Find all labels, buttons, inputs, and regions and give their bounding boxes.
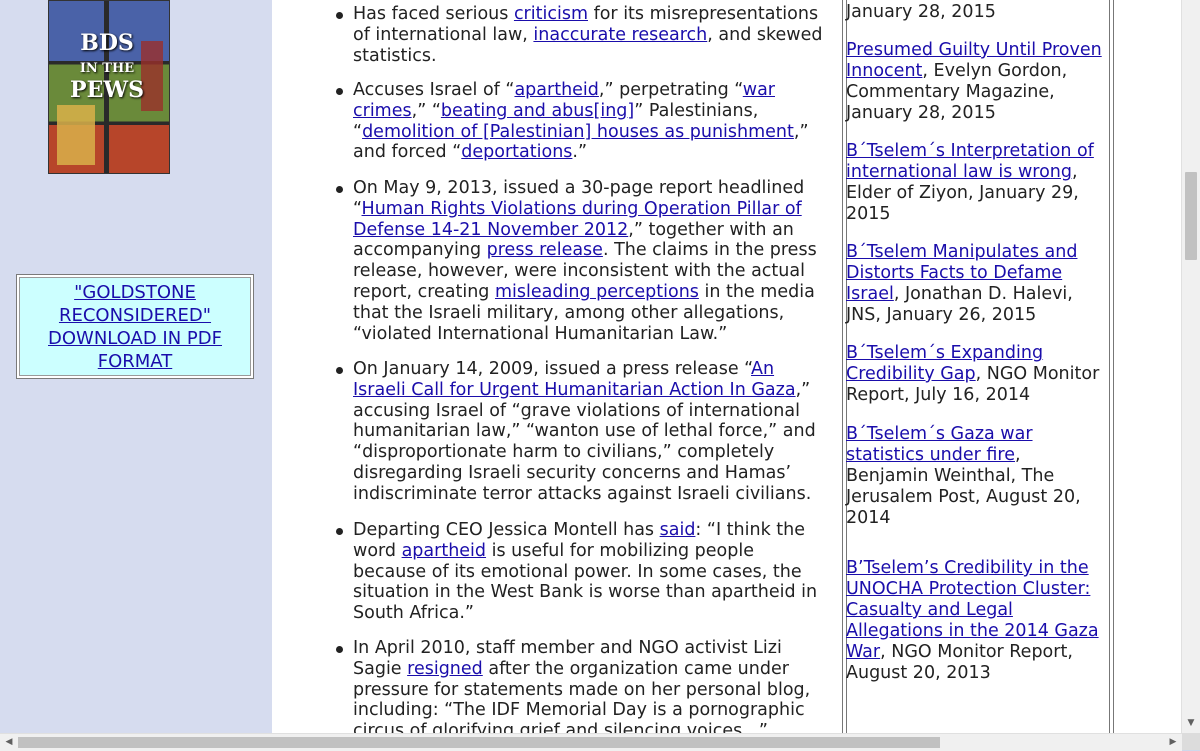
related-article-meta: January 28, 2015 xyxy=(846,2,996,22)
related-article-meta: , NGO Monitor Report, August 20, 2013 xyxy=(846,642,1073,683)
horizontal-scrollbar[interactable]: ◀ ▶ xyxy=(0,733,1182,751)
bullet-text: ,” perpetrating “ xyxy=(598,80,743,100)
bullet-item: On January 14, 2009, issued a press rele… xyxy=(336,359,823,505)
related-article-entry: B´Tselem´s Expanding Credibility Gap, NG… xyxy=(846,343,1106,406)
bullet-item: In April 2010, staff member and NGO acti… xyxy=(336,638,823,733)
main-content: Has faced serious criticism for its misr… xyxy=(272,0,832,733)
bullet-item: Accuses Israel of “apartheid,” perpetrat… xyxy=(336,80,823,163)
goldstone-download-box: "GOLDSTONE RECONSIDERED" DOWNLOAD IN PDF… xyxy=(16,274,254,379)
related-article-entry: B´Tselem´s Interpretation of internation… xyxy=(846,141,1106,225)
banner-text: BDS IN THE PEWS xyxy=(52,30,162,102)
inline-link[interactable]: beating and abus[ing] xyxy=(441,101,634,121)
stained-glass-panel xyxy=(57,105,95,165)
banner-line-2: IN THE xyxy=(79,61,135,76)
goldstone-download-link[interactable]: "GOLDSTONE RECONSIDERED" DOWNLOAD IN PDF… xyxy=(20,281,250,373)
scroll-right-arrow-icon[interactable]: ▶ xyxy=(1164,734,1182,751)
related-article-entry: B´Tselem Manipulates and Distorts Facts … xyxy=(846,242,1106,326)
inline-link[interactable]: demolition of [Palestinian] houses as pu… xyxy=(362,122,794,142)
related-article-entry: B´Tselem´s Gaza war statistics under fir… xyxy=(846,424,1106,529)
bullet-text: On January 14, 2009, issued a press rele… xyxy=(353,359,751,379)
related-articles-column: January 28, 2015 Presumed Guilty Until Pr… xyxy=(832,0,1182,733)
related-article-entry: January 28, 2015 xyxy=(846,2,1106,23)
bullet-item: On May 9, 2013, issued a 30-page report … xyxy=(336,178,823,344)
banner-line-3: PEWS xyxy=(70,77,144,103)
left-sidebar: BDS IN THE PEWS "GOLDSTONE RECONSIDERED"… xyxy=(0,0,272,733)
related-article-entry: B’Tselem’s Credibility in the UNOCHA Pro… xyxy=(846,558,1106,684)
inline-link[interactable]: apartheid xyxy=(402,541,486,561)
vertical-scrollbar[interactable]: ▼ xyxy=(1181,0,1200,733)
scroll-down-arrow-icon[interactable]: ▼ xyxy=(1182,714,1200,732)
related-article-link[interactable]: B´Tselem´s Gaza war statistics under fir… xyxy=(846,424,1033,465)
scroll-left-arrow-icon[interactable]: ◀ xyxy=(0,734,18,751)
inline-link[interactable]: resigned xyxy=(407,659,483,679)
inline-link[interactable]: deportations xyxy=(461,142,572,162)
bullet-item: Has faced serious criticism for its misr… xyxy=(336,4,823,66)
related-article-link[interactable]: B´Tselem´s Interpretation of internation… xyxy=(846,141,1094,182)
inline-link[interactable]: apartheid xyxy=(514,80,598,100)
inline-link[interactable]: criticism xyxy=(514,4,588,24)
bullet-text: Has faced serious xyxy=(353,4,514,24)
bullet-text: ,” “ xyxy=(411,100,441,121)
horizontal-scroll-thumb[interactable] xyxy=(18,737,940,748)
bullet-text: Accuses Israel of “ xyxy=(353,80,515,100)
bullet-text: Departing CEO Jessica Montell has xyxy=(353,520,660,540)
related-article-entry: Presumed Guilty Until Proven Innocent, E… xyxy=(846,40,1106,124)
inline-link[interactable]: misleading perceptions xyxy=(495,282,699,302)
scrollbar-corner xyxy=(1182,733,1200,750)
goldstone-download-inner: "GOLDSTONE RECONSIDERED" DOWNLOAD IN PDF… xyxy=(19,277,251,376)
vertical-scroll-thumb[interactable] xyxy=(1185,172,1197,260)
bullet-text: .” xyxy=(572,142,588,163)
bullet-item: Departing CEO Jessica Montell has said: … xyxy=(336,520,823,624)
inline-link[interactable]: press release xyxy=(487,240,603,260)
inline-link[interactable]: inaccurate research xyxy=(533,25,707,45)
banner-line-1: BDS xyxy=(80,30,134,56)
inline-link[interactable]: said xyxy=(660,520,696,540)
